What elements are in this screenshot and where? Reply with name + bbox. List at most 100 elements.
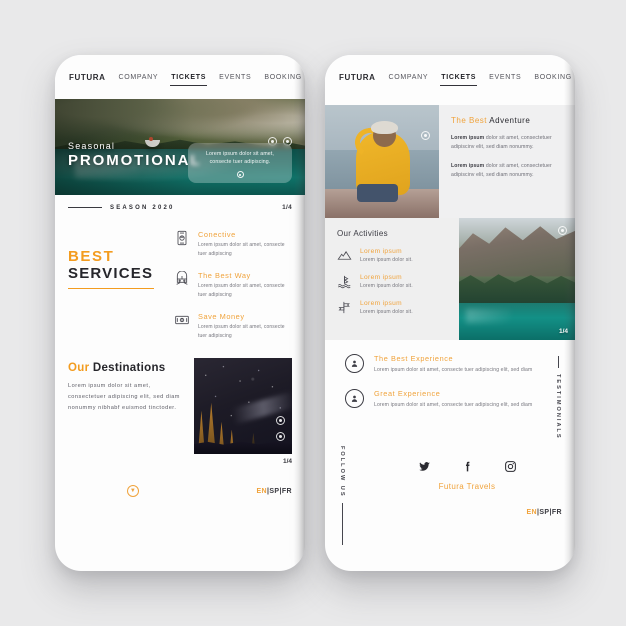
testimonials-rule [557, 356, 559, 368]
brand-logo[interactable]: FUTURA [69, 73, 105, 82]
adventure-paragraph-lead: Lorem ipsum [451, 162, 485, 169]
testimonial-desc: Lorem ipsum dolor sit amet, consecte tue… [374, 401, 533, 408]
services-heading: BEST SERVICES [68, 228, 164, 340]
testimonial-title: The Best Experience [374, 354, 454, 363]
poster-canvas: FUTURA COMPANY TICKETS EVENTS BOOKING Se… [0, 0, 626, 626]
service-title: Conective [198, 230, 236, 239]
activities-image-expand-icon[interactable] [558, 226, 567, 235]
nav-item-events[interactable]: EVENTS [489, 74, 521, 81]
language-fr[interactable]: FR [552, 509, 562, 516]
service-desc: Lorem ipsum dolor sit amet, consecte tue… [198, 324, 285, 339]
follow-us-label: FOLLOW US [339, 445, 345, 498]
nav-item-tickets[interactable]: TICKETS [440, 74, 477, 86]
hero-heading-group: Seasonal PROMOTIONAL [68, 141, 201, 169]
user-circle-icon [345, 354, 364, 373]
service-item[interactable]: Conective Lorem ipsum dolor sit amet, co… [174, 230, 292, 258]
nav-item-tickets[interactable]: TICKETS [170, 74, 207, 86]
hero-kicker: Seasonal [68, 141, 116, 151]
season-label: SEASON 2020 [110, 204, 175, 211]
money-bill-icon [174, 312, 190, 328]
nav-item-booking[interactable]: BOOKING [264, 74, 302, 81]
services-title-line1: BEST [68, 248, 115, 265]
brand-logo[interactable]: FUTURA [339, 73, 375, 82]
phone-mockup-left: FUTURA COMPANY TICKETS EVENTS BOOKING Se… [55, 55, 305, 571]
services-section: BEST SERVICES Conective Lorem ipsum dolo… [55, 218, 305, 344]
season-counter: 1/4 [282, 204, 292, 211]
activities-image-fjord[interactable]: 1/4 [459, 218, 575, 340]
services-title-line2: SERVICES [68, 265, 154, 283]
language-en[interactable]: EN [256, 488, 267, 495]
activity-desc: Lorem ipsum dolor sit. [360, 283, 413, 289]
language-selector-left[interactable]: EN|SP|FR [256, 488, 292, 495]
hero-card-play-icon[interactable] [236, 171, 244, 178]
activities-section: Our Activities Lorem ipsum Lorem ipsum d… [325, 218, 575, 340]
service-desc: Lorem ipsum dolor sit amet, consecte tue… [198, 283, 285, 298]
service-title: Save Money [198, 312, 245, 321]
testimonial-desc: Lorem ipsum dolor sit amet, consecte tue… [374, 367, 533, 373]
destination-expand-icon[interactable] [276, 432, 285, 441]
adventure-section: The Best Adventure Lorem ipsum dolor sit… [325, 99, 575, 218]
nav-item-booking[interactable]: BOOKING [534, 74, 572, 81]
language-sp[interactable]: SP [539, 509, 549, 516]
chevron-down-icon[interactable]: ▼ [126, 485, 139, 497]
adventure-paragraph: Lorem ipsum dolor sit amet, consectetuer… [451, 162, 564, 181]
destination-zoom-icon[interactable] [276, 416, 285, 425]
testimonials-section: The Best Experience Lorem ipsum dolor si… [325, 340, 575, 440]
services-list: Conective Lorem ipsum dolor sit amet, co… [174, 228, 292, 340]
hero-card-text: Lorem ipsum dolor sit amet, consecte tue… [205, 150, 275, 166]
destinations-copy: Our Destinations Lorem ipsum dolor sit a… [68, 358, 186, 454]
fjord-mountain [459, 226, 575, 277]
service-item[interactable]: Save Money Lorem ipsum dolor sit amet, c… [174, 312, 292, 340]
activity-item[interactable]: Lorem ipsum Lorem ipsum dolor sit. [337, 300, 447, 315]
adventure-paragraph: Lorem ipsum dolor sit amet, consectetuer… [451, 134, 564, 153]
footer-main: Futura Travels EN|SP|FR [359, 446, 575, 546]
season-bar: SEASON 2020 1/4 [55, 195, 305, 218]
language-fr[interactable]: FR [282, 488, 292, 495]
sailboat-water-icon [337, 274, 352, 289]
adventure-title-accent: The Best [451, 116, 488, 125]
hero-info-card[interactable]: Lorem ipsum dolor sit amet, consecte tue… [188, 142, 292, 183]
activity-desc: Lorem ipsum dolor sit. [360, 257, 413, 263]
testimonial-item[interactable]: Great Experience Lorem ipsum dolor sit a… [345, 388, 541, 410]
language-en[interactable]: EN [526, 509, 537, 516]
top-navigation-left: FUTURA COMPANY TICKETS EVENTS BOOKING [55, 55, 305, 99]
testimonials-side-label-group: TESTIMONIALS [541, 354, 575, 440]
nav-item-events[interactable]: EVENTS [219, 74, 251, 81]
destinations-image-night-forest[interactable] [194, 358, 292, 454]
language-sp[interactable]: SP [269, 488, 279, 495]
testimonial-title: Great Experience [374, 388, 441, 398]
destinations-counter: 1/4 [282, 458, 292, 465]
adventure-play-icon[interactable] [421, 131, 430, 140]
nav-item-company[interactable]: COMPANY [388, 74, 428, 81]
service-title: The Best Way [198, 271, 251, 280]
smartphone-signal-icon [174, 230, 190, 246]
activities-title: Our Activities [337, 229, 388, 238]
service-desc: Lorem ipsum dolor sit amet, consecte tue… [198, 242, 285, 257]
testimonials-side-label: TESTIMONIALS [555, 374, 561, 440]
adventure-title-rest: Adventure [489, 116, 531, 125]
destinations-body: Lorem ipsum dolor sit amet, consectetuer… [68, 383, 180, 411]
adventure-title: The Best Adventure [451, 116, 564, 125]
train-icon [174, 271, 190, 287]
activity-item[interactable]: Lorem ipsum Lorem ipsum dolor sit. [337, 274, 447, 289]
mountain-icon [337, 248, 352, 263]
adventure-paragraph-lead: Lorem ipsum [451, 135, 485, 141]
hero-banner: Seasonal PROMOTIONAL Lorem ipsum dolor s… [55, 99, 305, 195]
facebook-icon[interactable] [461, 460, 474, 473]
follow-us-rule [341, 503, 343, 546]
destination-image-controls [276, 416, 285, 441]
phone-mockup-right: FUTURA COMPANY TICKETS EVENTS BOOKING Th… [325, 55, 575, 571]
testimonial-item[interactable]: The Best Experience Lorem ipsum dolor si… [345, 354, 541, 375]
activity-item[interactable]: Lorem ipsum Lorem ipsum dolor sit. [337, 248, 447, 263]
adventure-copy: The Best Adventure Lorem ipsum dolor sit… [439, 105, 575, 218]
activity-title: Lorem ipsum [360, 274, 402, 281]
adventure-image-woman-seaside[interactable] [325, 105, 439, 218]
instagram-icon[interactable] [504, 460, 517, 473]
nav-item-company[interactable]: COMPANY [118, 74, 158, 81]
language-selector-right[interactable]: EN|SP|FR [359, 491, 575, 516]
hero-title: PROMOTIONAL [68, 152, 202, 169]
testimonials-list: The Best Experience Lorem ipsum dolor si… [325, 354, 541, 440]
service-item[interactable]: The Best Way Lorem ipsum dolor sit amet,… [174, 271, 292, 299]
activities-photo-counter: 1/4 [558, 328, 568, 335]
twitter-icon[interactable] [418, 460, 431, 473]
